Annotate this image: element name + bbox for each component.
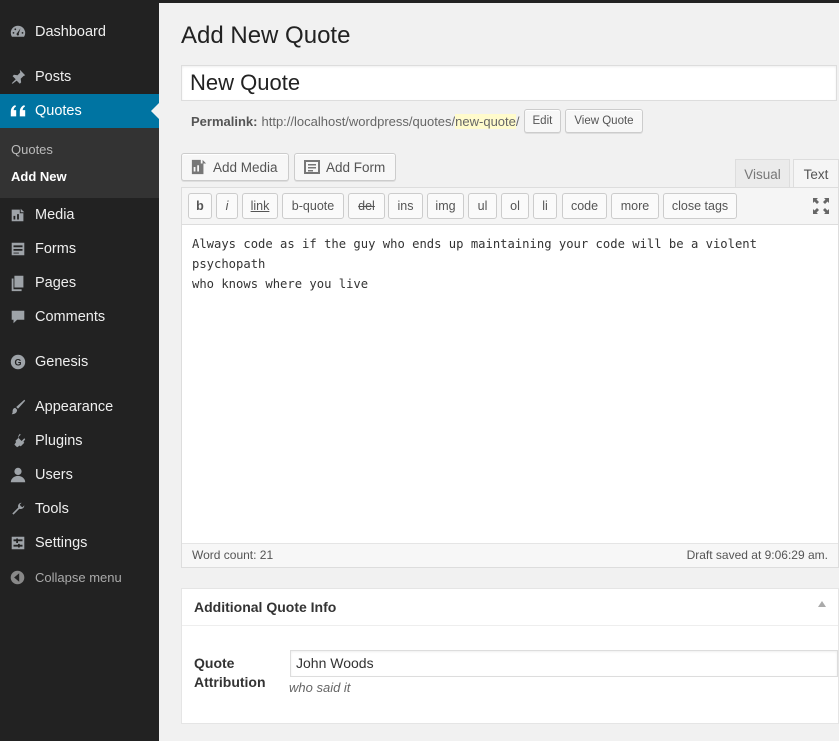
quicktag-img-button[interactable]: img xyxy=(427,193,464,219)
quicktag-close-tags-button[interactable]: close tags xyxy=(663,193,737,219)
edit-permalink-button[interactable]: Edit xyxy=(523,109,562,133)
add-form-button[interactable]: Add Form xyxy=(294,153,397,181)
word-count: Word count: 21 xyxy=(192,548,274,562)
add-media-icon xyxy=(191,159,207,175)
quicktag-bold-button[interactable]: b xyxy=(188,193,212,219)
settings-icon xyxy=(0,534,35,552)
menu-label: Media xyxy=(35,207,75,223)
metabox-title: Additional Quote Info xyxy=(194,599,337,615)
menu-label: Quotes xyxy=(35,103,82,119)
quote-attribution-input[interactable]: John Woods xyxy=(290,650,838,677)
add-media-button[interactable]: Add Media xyxy=(181,153,289,181)
quicktag-more-button[interactable]: more xyxy=(611,193,659,219)
collapse-menu-button[interactable]: Collapse menu xyxy=(0,560,159,594)
content-textarea[interactable]: Always code as if the guy who ends up ma… xyxy=(192,234,822,294)
menu-item-posts[interactable]: Posts xyxy=(0,60,159,94)
add-form-icon xyxy=(304,160,320,174)
user-icon xyxy=(0,466,35,484)
content-editor: b i link b-quote del ins img ul ol li co… xyxy=(181,187,839,568)
submenu-item-add-new[interactable]: Add New xyxy=(11,169,67,184)
menu-label: Tools xyxy=(35,501,69,517)
comment-icon xyxy=(0,308,35,326)
menu-label: Forms xyxy=(35,241,77,257)
menu-item-forms[interactable]: Forms xyxy=(0,232,159,266)
permalink-slug[interactable]: new-quote xyxy=(455,113,516,129)
collapse-arrow-icon xyxy=(0,569,35,586)
submenu-item-quotes[interactable]: Quotes xyxy=(11,142,53,157)
menu-label: Plugins xyxy=(35,433,83,449)
add-media-label: Add Media xyxy=(213,159,278,175)
menu-label: Settings xyxy=(35,535,88,551)
menu-label: Posts xyxy=(35,69,72,85)
quicktag-ins-button[interactable]: ins xyxy=(388,193,423,219)
quicktag-bquote-button[interactable]: b-quote xyxy=(282,193,344,219)
menu-item-settings[interactable]: Settings xyxy=(0,526,159,560)
menu-item-comments[interactable]: Comments xyxy=(0,300,159,334)
admin-bar xyxy=(159,0,839,3)
quicktag-link-button[interactable]: link xyxy=(242,193,278,219)
genesis-icon: G xyxy=(0,353,35,371)
quicktag-ol-button[interactable]: ol xyxy=(501,193,529,219)
menu-item-media[interactable]: Media xyxy=(0,198,159,232)
plugin-icon xyxy=(0,432,35,450)
quote-attribution-description: who said it xyxy=(289,680,351,695)
menu-item-genesis[interactable]: G Genesis xyxy=(0,345,159,379)
tab-visual[interactable]: Visual xyxy=(735,159,790,188)
brush-icon xyxy=(0,398,35,416)
quicktags-toolbar: b i link b-quote del ins img ul ol li co… xyxy=(182,188,838,225)
collapse-toggle-icon[interactable] xyxy=(818,601,826,607)
view-quote-button[interactable]: View Quote xyxy=(565,109,643,133)
menu-label: Genesis xyxy=(35,354,89,370)
quicktag-li-button[interactable]: li xyxy=(533,193,557,219)
menu-item-quotes[interactable]: Quotes xyxy=(0,94,159,128)
dashboard-icon xyxy=(0,23,35,41)
menu-label: Dashboard xyxy=(35,24,106,40)
menu-item-tools[interactable]: Tools xyxy=(0,492,159,526)
forms-icon xyxy=(0,240,35,258)
collapse-menu-label: Collapse menu xyxy=(35,569,122,585)
fullscreen-icon[interactable] xyxy=(812,197,830,215)
quicktag-code-button[interactable]: code xyxy=(562,193,607,219)
wrench-icon xyxy=(0,500,35,518)
media-icon xyxy=(0,206,35,224)
menu-item-pages[interactable]: Pages xyxy=(0,266,159,300)
page-title: Add New Quote xyxy=(181,22,351,49)
quicktag-ul-button[interactable]: ul xyxy=(468,193,497,219)
permalink-trailing: / xyxy=(515,113,520,129)
permalink-base: http://localhost/wordpress/quotes/ xyxy=(261,113,456,129)
menu-item-plugins[interactable]: Plugins xyxy=(0,424,159,458)
svg-text:G: G xyxy=(14,358,21,368)
autosave-status: Draft saved at 9:06:29 am. xyxy=(686,548,828,562)
menu-label: Pages xyxy=(35,275,77,291)
post-title-input[interactable]: New Quote xyxy=(181,65,837,101)
editor-status-bar: Word count: 21 Draft saved at 9:06:29 am… xyxy=(182,543,838,567)
additional-quote-info-metabox: Additional Quote Info Quote Attribution … xyxy=(181,588,839,724)
quote-icon xyxy=(0,102,35,120)
menu-item-appearance[interactable]: Appearance xyxy=(0,390,159,424)
permalink-label: Permalink: xyxy=(191,113,258,129)
menu-item-dashboard[interactable]: Dashboard xyxy=(0,15,159,49)
quicktag-italic-button[interactable]: i xyxy=(216,193,238,219)
quotes-submenu: Quotes Add New xyxy=(0,128,159,198)
admin-sidebar: Dashboard Posts Quotes Quotes Add New Me… xyxy=(0,0,159,741)
tab-text[interactable]: Text xyxy=(793,159,839,189)
quicktag-del-button[interactable]: del xyxy=(348,193,385,219)
pin-icon xyxy=(0,68,35,86)
add-form-label: Add Form xyxy=(326,159,386,175)
metabox-header[interactable]: Additional Quote Info xyxy=(182,589,838,626)
menu-label: Users xyxy=(35,467,73,483)
pages-icon xyxy=(0,274,35,292)
main-content: Add New Quote New Quote Permalink: http:… xyxy=(159,0,839,741)
menu-label: Comments xyxy=(35,309,106,325)
permalink-row: Permalink: http://localhost/wordpress/qu… xyxy=(191,109,643,133)
quote-attribution-label: Quote Attribution xyxy=(194,655,266,690)
menu-label: Appearance xyxy=(35,399,114,415)
menu-item-users[interactable]: Users xyxy=(0,458,159,492)
